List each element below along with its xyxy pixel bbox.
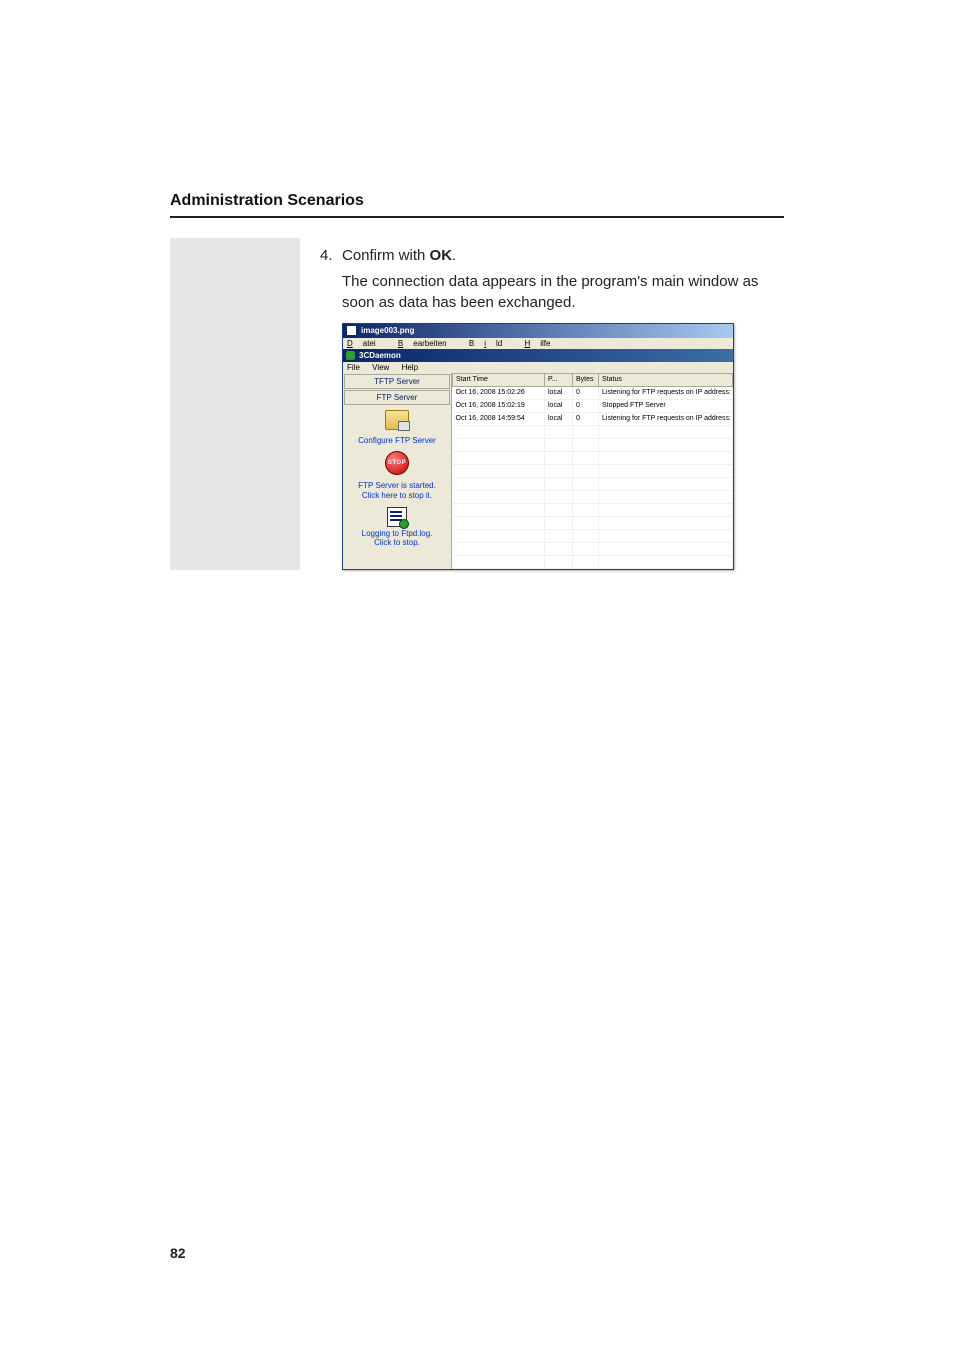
body-column: 4. Confirm with OK. The connection data … bbox=[300, 238, 784, 570]
body-row: 4. Confirm with OK. The connection data … bbox=[170, 238, 784, 570]
log-icon bbox=[387, 507, 407, 527]
menu-bearbeiten-mnemonic: B bbox=[398, 339, 403, 348]
log-body: Oct 16, 2008 15:02:26 local 0 Listening … bbox=[453, 386, 733, 568]
log-pane: Start Time P... Bytes Status Oct 16, 200… bbox=[452, 373, 733, 569]
outer-menubar: Datei Bearbeiten Bi ld Hilfe bbox=[343, 338, 733, 349]
app-icon bbox=[346, 351, 355, 360]
cell-time: Oct 16, 2008 14:59:54 bbox=[453, 412, 545, 425]
cell-status: Stopped FTP Server bbox=[599, 399, 733, 412]
menu-bild-rest1: B bbox=[469, 339, 474, 348]
table-row bbox=[453, 516, 733, 529]
step-subtext: The connection data appears in the progr… bbox=[342, 272, 784, 313]
table-row bbox=[453, 542, 733, 555]
col-peer[interactable]: P... bbox=[545, 373, 573, 386]
menu-hilfe[interactable]: Hilfe bbox=[524, 339, 560, 348]
menu-bearbeiten[interactable]: Bearbeiten bbox=[398, 339, 457, 348]
logging-line1: Logging to Ftpd.log. bbox=[362, 529, 433, 538]
table-row bbox=[453, 451, 733, 464]
cell-status: Listening for FTP requests on IP address… bbox=[599, 386, 733, 399]
inner-window-title: 3CDaemon bbox=[359, 351, 401, 360]
outer-window-title: image003.png bbox=[361, 326, 414, 335]
table-row bbox=[453, 477, 733, 490]
menu-datei-mnemonic: D bbox=[347, 339, 353, 348]
step-text-prefix: Confirm with bbox=[342, 247, 430, 264]
log-table: Start Time P... Bytes Status Oct 16, 200… bbox=[452, 373, 733, 569]
step-text: Confirm with OK. bbox=[342, 246, 784, 266]
stop-icon: STOP bbox=[385, 451, 409, 475]
logging-line2: Click to stop. bbox=[374, 538, 420, 547]
cell-peer: local bbox=[545, 399, 573, 412]
content-area: Administration Scenarios 4. Confirm with… bbox=[0, 192, 954, 570]
inner-window-titlebar: 3CDaemon bbox=[343, 349, 733, 362]
folder-icon bbox=[385, 410, 409, 430]
heading-rule bbox=[170, 216, 784, 218]
table-row bbox=[453, 425, 733, 438]
menu-datei[interactable]: Datei bbox=[347, 339, 386, 348]
section-heading: Administration Scenarios bbox=[170, 192, 784, 210]
cell-bytes: 0 bbox=[573, 399, 599, 412]
configure-icon-box bbox=[343, 406, 451, 430]
table-row bbox=[453, 503, 733, 516]
left-shade-bar bbox=[170, 238, 300, 570]
menu-bild[interactable]: Bi ld bbox=[469, 339, 512, 348]
tftp-server-button[interactable]: TFTP Server bbox=[344, 374, 450, 389]
table-row bbox=[453, 464, 733, 477]
cell-bytes: 0 bbox=[573, 386, 599, 399]
logging-link[interactable]: Logging to Ftpd.log. Click to stop. bbox=[343, 527, 451, 554]
col-start-time[interactable]: Start Time bbox=[453, 373, 545, 386]
page-number: 82 bbox=[170, 1245, 186, 1261]
menu-bild-rest2: ld bbox=[496, 339, 502, 348]
document-page: Administration Scenarios 4. Confirm with… bbox=[0, 0, 954, 1351]
left-pane: TFTP Server FTP Server Configure FTP Ser… bbox=[343, 373, 452, 569]
ftp-server-button[interactable]: FTP Server bbox=[344, 390, 450, 405]
table-row bbox=[453, 555, 733, 568]
cell-time: Oct 16, 2008 15:02:19 bbox=[453, 399, 545, 412]
menu-help[interactable]: Help bbox=[402, 363, 418, 372]
cell-time: Oct 16, 2008 15:02:26 bbox=[453, 386, 545, 399]
table-row[interactable]: Oct 16, 2008 14:59:54 local 0 Listening … bbox=[453, 412, 733, 425]
menu-hilfe-mnemonic: H bbox=[524, 339, 530, 348]
inner-menubar: File View Help bbox=[343, 362, 733, 373]
embedded-screenshot: image003.png Datei Bearbeiten Bi ld Hilfe… bbox=[342, 323, 734, 570]
step-text-suffix: . bbox=[452, 247, 456, 264]
ftp-started-line2: Click here to stop it. bbox=[362, 491, 432, 500]
paint-icon bbox=[346, 325, 357, 336]
cell-status: Listening for FTP requests on IP address… bbox=[599, 412, 733, 425]
menu-view[interactable]: View bbox=[372, 363, 389, 372]
cell-peer: local bbox=[545, 412, 573, 425]
col-bytes[interactable]: Bytes bbox=[573, 373, 599, 386]
table-row[interactable]: Oct 16, 2008 15:02:19 local 0 Stopped FT… bbox=[453, 399, 733, 412]
menu-hilfe-rest: ilfe bbox=[540, 339, 550, 348]
menu-file[interactable]: File bbox=[347, 363, 360, 372]
menu-bearbeiten-rest: earbeiten bbox=[413, 339, 446, 348]
step-4: 4. Confirm with OK. bbox=[320, 246, 784, 266]
table-row bbox=[453, 490, 733, 503]
ftp-started-link[interactable]: FTP Server is started. Click here to sto… bbox=[343, 475, 451, 502]
outer-window-titlebar: image003.png bbox=[343, 324, 733, 338]
menu-datei-rest: atei bbox=[363, 339, 376, 348]
step-number: 4. bbox=[320, 246, 342, 266]
ftp-started-line1: FTP Server is started. bbox=[358, 481, 436, 490]
col-status[interactable]: Status bbox=[599, 373, 733, 386]
log-header-row: Start Time P... Bytes Status bbox=[453, 373, 733, 386]
table-row bbox=[453, 529, 733, 542]
log-icon-box bbox=[343, 503, 451, 527]
table-row[interactable]: Oct 16, 2008 15:02:26 local 0 Listening … bbox=[453, 386, 733, 399]
step-text-bold: OK bbox=[430, 247, 453, 264]
table-row bbox=[453, 438, 733, 451]
stop-icon-box: STOP bbox=[343, 447, 451, 475]
cell-bytes: 0 bbox=[573, 412, 599, 425]
main-panes: TFTP Server FTP Server Configure FTP Ser… bbox=[343, 373, 733, 569]
configure-ftp-link[interactable]: Configure FTP Server bbox=[343, 430, 451, 448]
cell-peer: local bbox=[545, 386, 573, 399]
menu-bild-mnemonic: i bbox=[484, 339, 486, 348]
